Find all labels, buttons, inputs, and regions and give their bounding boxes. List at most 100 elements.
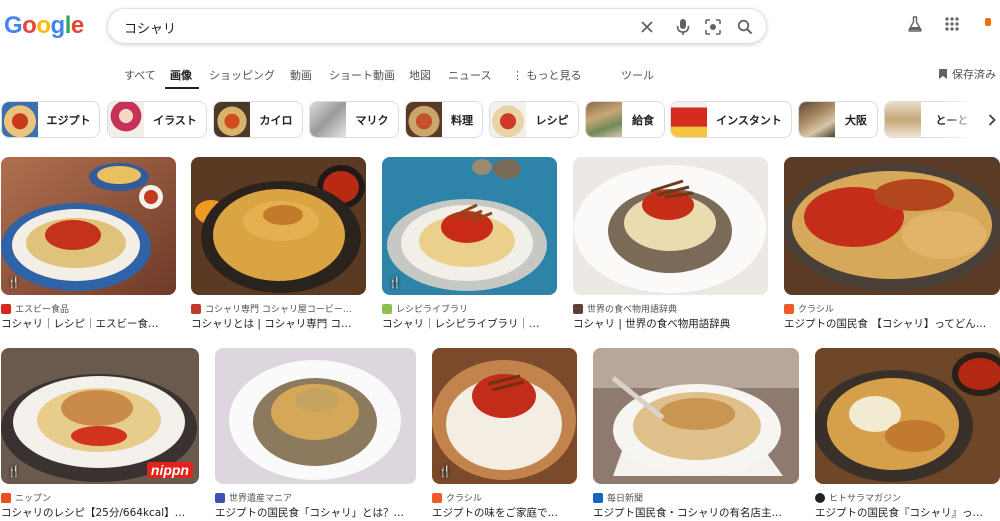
logo-letter: o [36, 12, 51, 39]
source-favicon [382, 303, 392, 314]
chip-osaka[interactable]: 大阪 [798, 101, 878, 138]
result-title[interactable]: エジプトの味をご家庭で… [432, 505, 577, 520]
chevron-right-icon[interactable] [984, 112, 1000, 128]
chip-label: イラスト [153, 113, 197, 127]
tab-more[interactable]: ⋮ もっと見る [512, 67, 582, 83]
source-favicon [432, 492, 442, 503]
result-thumbnail[interactable] [573, 157, 768, 295]
image-result[interactable]: 毎日新聞 エジプト国民食・コシャリの有名店主… [593, 348, 799, 521]
result-thumbnail[interactable]: 🍴 [432, 348, 577, 484]
image-result[interactable]: 🍴 クラシル エジプトの味をご家庭で… [432, 348, 577, 521]
result-source: 世界の食べ物用語辞典 [573, 302, 768, 315]
tab-videos[interactable]: 動画 [290, 67, 312, 83]
chip-recipe[interactable]: レシピ [489, 101, 579, 138]
saved-button[interactable]: 保存済み [938, 66, 996, 82]
image-result[interactable]: クラシル エジプトの国民食 【コシャリ】ってどん… [784, 157, 1000, 331]
apps-grid-icon[interactable] [941, 13, 963, 35]
google-logo[interactable]: Google [4, 12, 84, 40]
result-title[interactable]: コシャリ｜レシピ｜エスビー食… [1, 316, 176, 331]
chip-thumbnail [214, 102, 250, 137]
account-avatar[interactable] [985, 18, 991, 26]
image-result[interactable]: 世界遺産マニア エジプトの国民食「コシャリ」とは？… [215, 348, 416, 521]
tab-all[interactable]: すべて [124, 67, 156, 83]
image-result[interactable]: 世界の食べ物用語辞典 コシャリ | 世界の食べ物用語辞典 [573, 157, 768, 331]
result-thumbnail[interactable] [593, 348, 799, 484]
more-dots-icon: ⋮ [512, 69, 527, 82]
image-result[interactable]: ヒトサラマガジン エジプトの国民食『コシャリ』っ… [815, 348, 1000, 521]
result-source: エスビー食品 [1, 302, 176, 315]
source-favicon [1, 492, 11, 503]
source-favicon [573, 303, 583, 314]
result-thumbnail[interactable] [215, 348, 416, 484]
tab-maps[interactable]: 地図 [409, 67, 431, 83]
microphone-icon[interactable] [672, 16, 694, 38]
chip-illustration[interactable]: イラスト [107, 101, 207, 138]
tab-tools[interactable]: ツール [621, 67, 654, 83]
result-source: 世界遺産マニア [215, 491, 416, 504]
tab-images[interactable]: 画像 [170, 67, 192, 83]
chip-thumbnail [490, 102, 526, 137]
chip-label: 料理 [451, 113, 473, 127]
source-favicon [215, 492, 225, 503]
result-title[interactable]: コシャリのレシピ【25分/664kcal】… [1, 505, 199, 520]
result-source-name: 毎日新聞 [607, 494, 644, 504]
logo-letter: o [22, 12, 37, 39]
result-thumbnail[interactable] [815, 348, 1000, 484]
chip-thumbnail [108, 102, 144, 137]
result-source-name: コシャリ専門 コシャリ屋コービー… [205, 305, 352, 315]
chip-malik[interactable]: マリク [309, 101, 399, 138]
result-thumbnail[interactable]: 🍴 [382, 157, 557, 295]
result-source: ニップン [1, 491, 199, 504]
tab-news[interactable]: ニュース [448, 67, 491, 83]
image-result[interactable]: 🍴 レシピライブラリ コシャリ｜レシピライブラリ｜… [382, 157, 557, 331]
image-result[interactable]: 🍴 nippn ニップン コシャリのレシピ【25分/664kcal】… [1, 348, 199, 521]
tab-shopping[interactable]: ショッピング [209, 67, 275, 83]
logo-letter: g [50, 12, 66, 39]
image-result[interactable]: コシャリ専門 コシャリ屋コービー… コシャリとは | コシャリ専門 コ… [191, 157, 366, 331]
source-favicon [815, 492, 825, 503]
chip-school-lunch[interactable]: 給食 [585, 101, 665, 138]
search-box[interactable] [107, 8, 767, 44]
result-title[interactable]: コシャリ | 世界の食べ物用語辞典 [573, 316, 768, 331]
tab-short-videos[interactable]: ショート動画 [329, 67, 395, 83]
lens-icon[interactable] [702, 16, 724, 38]
bookmark-icon [939, 69, 947, 79]
tab-more-label: もっと見る [526, 69, 582, 82]
search-input[interactable] [124, 17, 604, 37]
image-result[interactable]: 🍴 エスビー食品 コシャリ｜レシピ｜エスビー食… [1, 157, 176, 331]
source-favicon [593, 492, 603, 503]
result-thumbnail[interactable]: 🍴 [1, 157, 176, 295]
chip-label: マリク [355, 113, 389, 127]
refinement-chips: エジプト イラスト カイロ マリク 料理 レシピ 給食 インスタント 大阪 とー… [0, 101, 1000, 139]
chip-label: レシピ [535, 113, 569, 127]
result-title[interactable]: コシャリとは | コシャリ専門 コ… [191, 316, 366, 331]
result-source-name: 世界遺産マニア [229, 494, 293, 504]
result-title[interactable]: エジプトの国民食 【コシャリ】ってどん… [784, 316, 998, 331]
result-title[interactable]: エジプト国民食・コシャリの有名店主… [593, 505, 799, 520]
result-thumbnail[interactable]: 🍴 nippn [1, 348, 199, 484]
chip-egypt[interactable]: エジプト [1, 101, 100, 138]
result-source-name: 世界の食べ物用語辞典 [587, 305, 678, 315]
chip-thumbnail [2, 102, 38, 137]
result-source-name: エスビー食品 [15, 305, 70, 315]
recipe-icon: 🍴 [7, 275, 21, 289]
result-thumbnail[interactable] [784, 157, 1000, 295]
result-thumbnail[interactable] [191, 157, 366, 295]
result-title[interactable]: コシャリ｜レシピライブラリ｜… [382, 316, 557, 331]
result-source: クラシル [784, 302, 1000, 315]
chip-cairo[interactable]: カイロ [213, 101, 303, 138]
result-title[interactable]: エジプトの国民食『コシャリ』っ… [815, 505, 998, 520]
chip-thumbnail [885, 102, 921, 137]
search-icon[interactable] [734, 16, 756, 38]
chip-cooking[interactable]: 料理 [405, 101, 483, 138]
clear-icon[interactable] [636, 16, 658, 38]
source-favicon [191, 303, 201, 314]
chip-thumbnail [671, 102, 707, 137]
chip-instant[interactable]: インスタント [670, 101, 792, 138]
saved-label: 保存済み [952, 68, 996, 81]
result-title[interactable]: エジプトの国民食「コシャリ」とは？… [215, 505, 416, 520]
source-favicon [1, 303, 11, 314]
labs-flask-icon[interactable] [904, 13, 926, 35]
chip-label: インスタント [716, 113, 782, 127]
result-source: コシャリ専門 コシャリ屋コービー… [191, 302, 366, 315]
